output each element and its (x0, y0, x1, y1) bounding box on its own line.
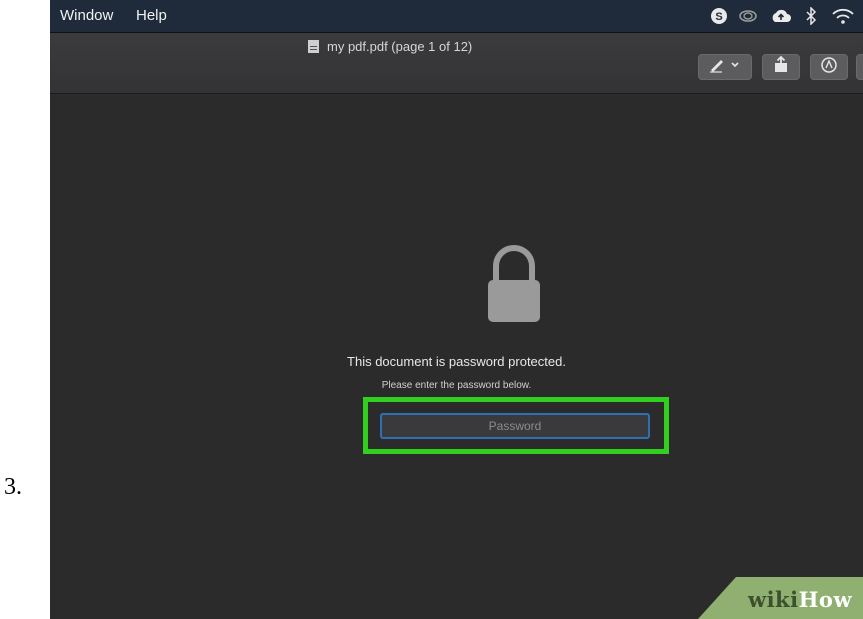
annotate-icon (820, 56, 838, 79)
window-title-text: my pdf.pdf (page 1 of 12) (327, 39, 473, 54)
password-instruction: Please enter the password below. (381, 380, 532, 391)
document-icon (308, 40, 319, 53)
skype-icon[interactable]: S (708, 6, 730, 26)
bluetooth-icon[interactable] (802, 6, 820, 26)
password-protected-message: This document is password protected. (347, 354, 566, 369)
wifi-icon[interactable] (830, 6, 856, 26)
screenshot-window: Window Help S my pdf.pdf (page 1 of 12) (50, 0, 863, 619)
toolbar-overflow-button[interactable] (856, 54, 863, 80)
svg-text:S: S (715, 11, 722, 23)
password-input[interactable] (380, 413, 650, 439)
menu-bar: Window Help S (50, 0, 863, 33)
markup-pen-button[interactable] (698, 54, 752, 80)
annotate-button[interactable] (810, 54, 848, 80)
lock-icon (488, 245, 540, 322)
markup-pen-icon (708, 57, 742, 78)
menu-help[interactable]: Help (136, 7, 167, 24)
wikihow-watermark: wikiHow (698, 577, 863, 619)
share-icon (772, 55, 790, 79)
step-number: 3. (4, 474, 22, 500)
watermark-logo: wikiHow (748, 587, 853, 612)
share-button[interactable] (762, 54, 800, 80)
cloud-upload-icon[interactable] (768, 6, 794, 26)
window-title: my pdf.pdf (page 1 of 12) (308, 39, 472, 54)
menu-window[interactable]: Window (60, 7, 113, 24)
creative-cloud-icon[interactable] (736, 6, 760, 26)
